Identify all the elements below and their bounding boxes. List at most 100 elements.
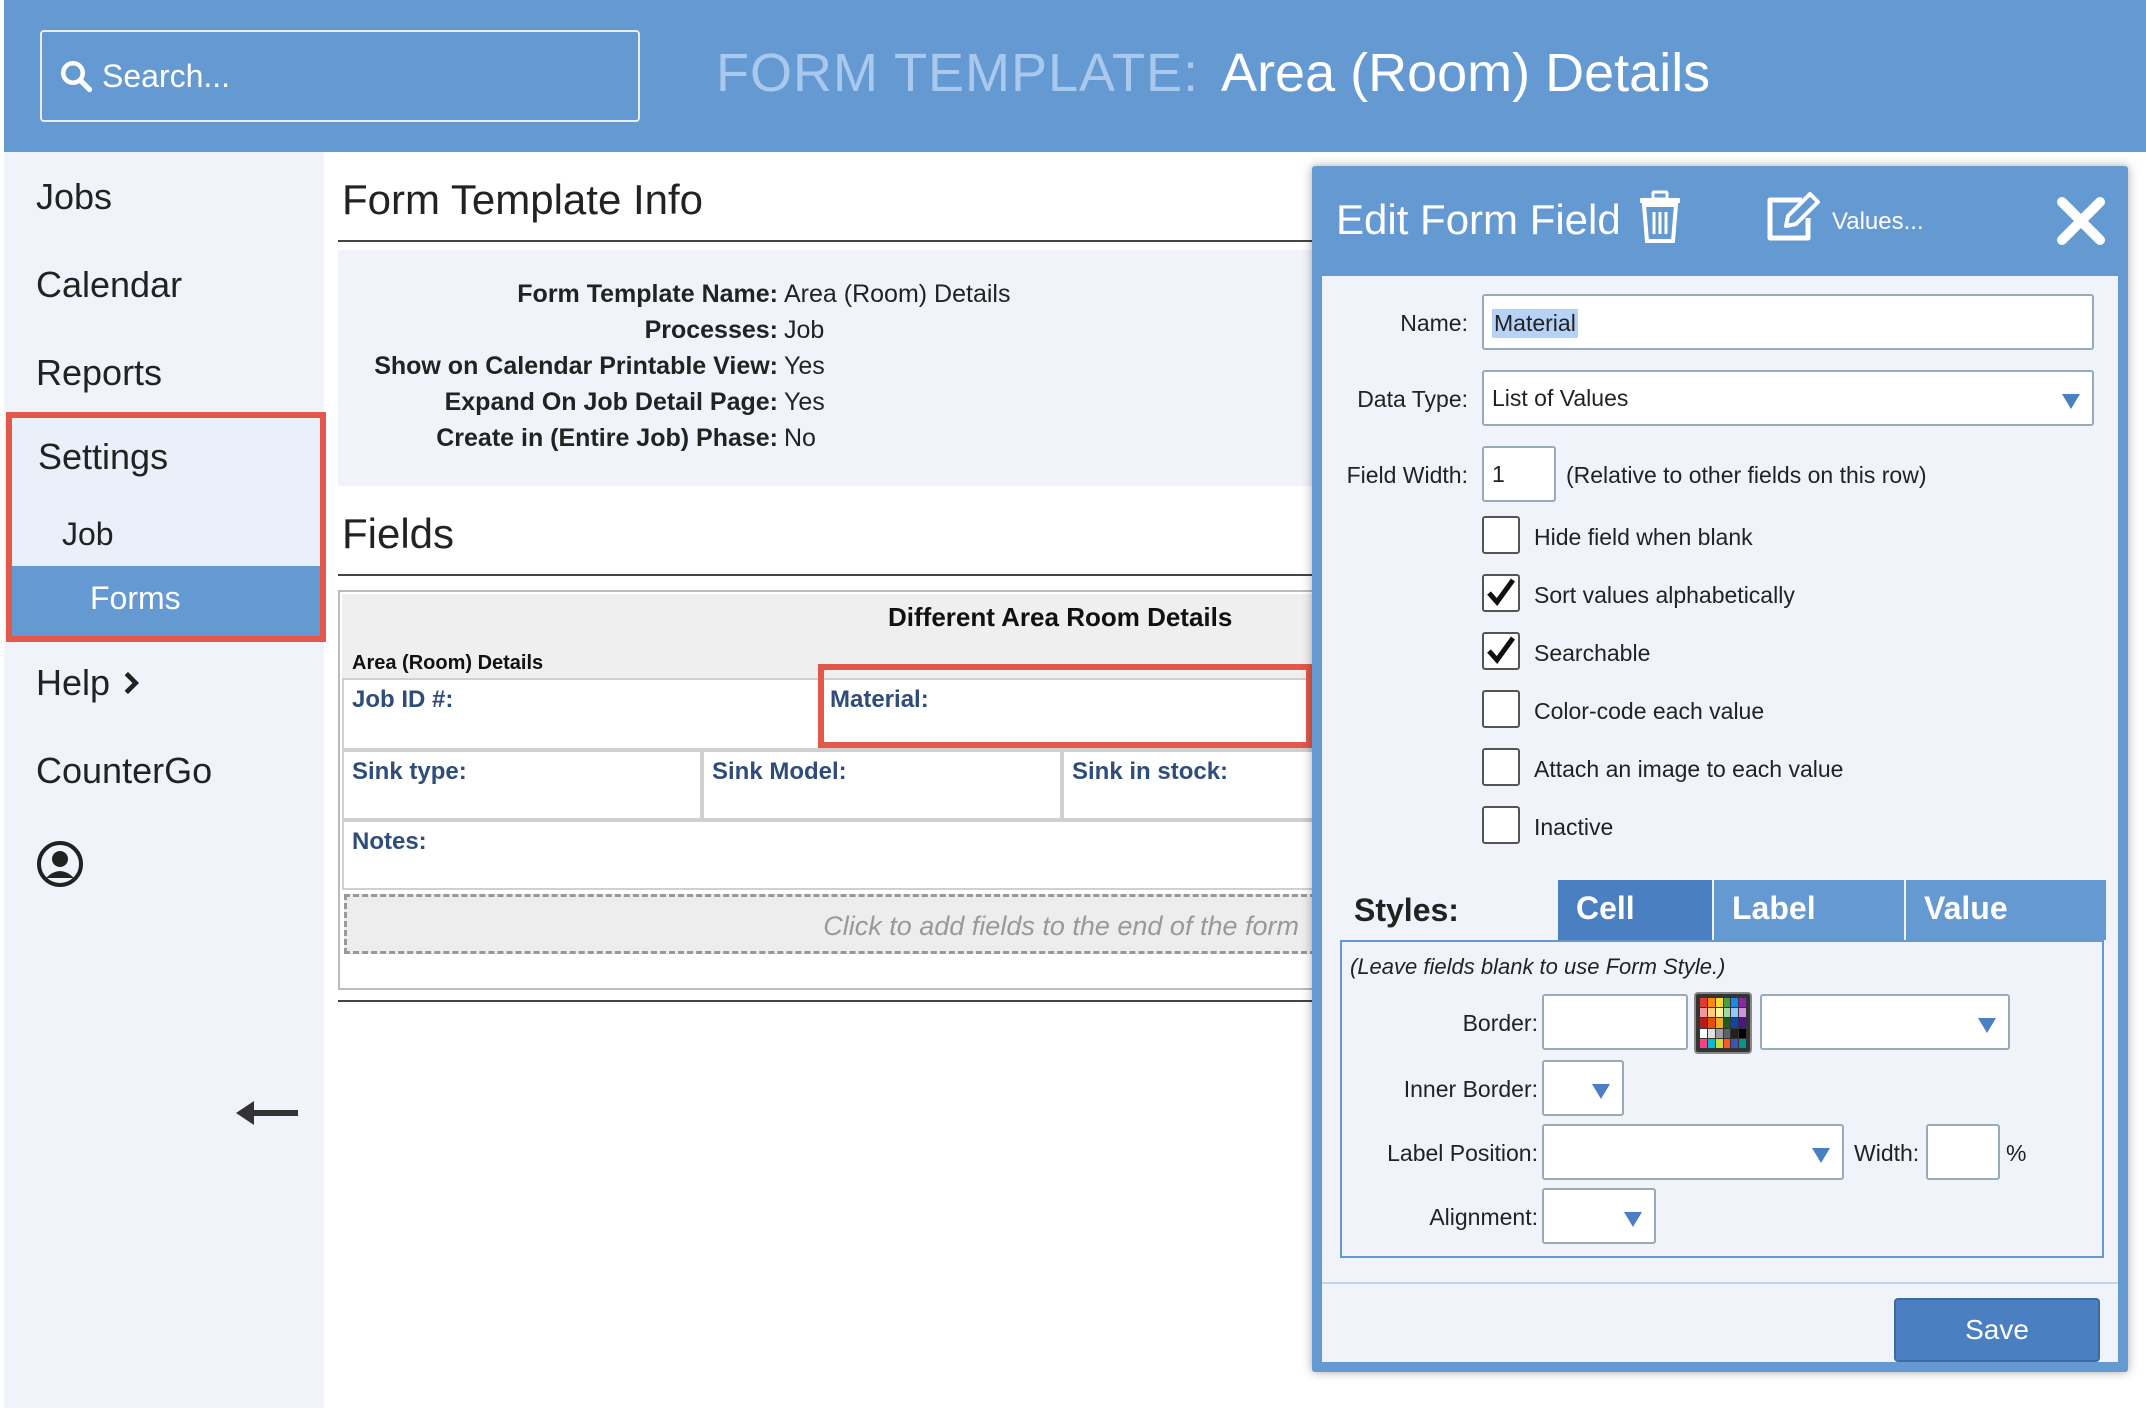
info-row: Processes: Job (338, 316, 1318, 352)
sidebar-item-calendar[interactable]: Calendar (36, 264, 182, 306)
width-input[interactable] (1926, 1124, 2000, 1180)
form-field-sink-type[interactable]: Sink type: (342, 750, 702, 820)
checkmark-icon (1487, 578, 1516, 606)
search-input[interactable] (102, 57, 622, 95)
info-key: Expand On Job Detail Page: (444, 388, 778, 416)
sidebar-item-forms[interactable]: Forms (12, 566, 320, 636)
sidebar: Jobs Calendar Reports Settings Job Forms… (4, 152, 326, 1408)
tab-cell[interactable]: Cell (1558, 880, 1712, 940)
searchable-checkbox[interactable] (1482, 632, 1520, 670)
tab-value[interactable]: Value (1906, 880, 2106, 940)
form-field-label: Sink type: (352, 758, 467, 785)
sidebar-item-jobs[interactable]: Jobs (36, 176, 112, 218)
sidebar-item-settings[interactable]: Settings (38, 436, 168, 478)
dialog-body: Name: Material Data Type: List of Values… (1322, 276, 2118, 1362)
percent-label: % (2006, 1140, 2027, 1166)
close-icon[interactable] (2056, 196, 2106, 246)
border-style-select[interactable] (1760, 994, 2010, 1050)
info-value: Area (Room) Details (784, 280, 1011, 308)
add-fields-dropzone[interactable]: Click to add fields to the end of the fo… (344, 894, 1316, 954)
info-divider (338, 240, 1318, 242)
user-avatar-icon[interactable] (36, 840, 84, 888)
color-picker-icon[interactable] (1694, 992, 1752, 1054)
sidebar-item-countergo[interactable]: CounterGo (36, 750, 212, 792)
checkmark-icon (1487, 636, 1516, 664)
color-code-checkbox[interactable] (1482, 690, 1520, 728)
border-input[interactable] (1542, 994, 1688, 1050)
dialog-footer-divider (1322, 1282, 2118, 1284)
material-highlight-box (818, 664, 1312, 748)
dropdown-arrow-icon (1978, 1018, 1996, 1033)
styles-panel: (Leave fields blank to use Form Style.) … (1340, 940, 2104, 1258)
data-type-value: List of Values (1492, 385, 1629, 411)
form-preview-title: Different Area Room Details (888, 602, 1233, 632)
sidebar-item-reports[interactable]: Reports (36, 352, 162, 394)
trash-icon[interactable] (1638, 190, 1682, 244)
dropdown-arrow-icon (1812, 1148, 1830, 1163)
sort-alphabetically-label: Sort values alphabetically (1534, 582, 1795, 608)
info-value: Job (784, 316, 825, 344)
alignment-select[interactable] (1542, 1188, 1656, 1244)
info-row: Show on Calendar Printable View: Yes (338, 352, 1318, 388)
info-value: Yes (784, 352, 825, 380)
info-row: Create in (Entire Job) Phase: No (338, 424, 1318, 460)
name-field[interactable]: Material (1482, 294, 2094, 350)
collapse-sidebar-arrow-icon[interactable] (236, 1098, 300, 1128)
search-box[interactable] (40, 30, 640, 122)
edit-form-field-dialog: Edit Form Field Values... Name: Material… (1312, 166, 2128, 1372)
field-width-input[interactable]: 1 (1482, 446, 1556, 502)
form-field-job-id[interactable]: Job ID #: (342, 678, 820, 750)
form-field-label: Sink Model: (712, 758, 847, 785)
info-row: Form Template Name: Area (Room) Details (338, 280, 1318, 316)
dropdown-arrow-icon (1592, 1084, 1610, 1099)
form-template-info-panel: Form Template Name: Area (Room) Details … (338, 250, 1318, 486)
sidebar-item-help-label: Help (36, 662, 111, 703)
form-field-label: Notes: (352, 828, 427, 855)
field-width-hint: (Relative to other fields on this row) (1566, 462, 1927, 488)
add-fields-hint: Click to add fields to the end of the fo… (823, 911, 1299, 941)
fields-divider (338, 574, 1318, 576)
form-field-label: Sink in stock: (1072, 758, 1229, 785)
save-button[interactable]: Save (1894, 1298, 2100, 1362)
edit-values-icon[interactable] (1764, 190, 1822, 242)
sidebar-item-job[interactable]: Job (62, 516, 114, 553)
form-preview-subtitle: Area (Room) Details (352, 652, 544, 674)
label-position-select[interactable] (1542, 1124, 1844, 1180)
form-field-sink-in-stock[interactable]: Sink in stock: (1062, 750, 1318, 820)
sidebar-item-forms-label: Forms (90, 580, 181, 616)
info-key: Create in (Entire Job) Phase: (436, 424, 778, 452)
label-position-label: Label Position: (1387, 1140, 1538, 1166)
hide-when-blank-checkbox[interactable] (1482, 516, 1520, 554)
sidebar-item-help[interactable]: Help (36, 662, 140, 704)
info-value: Yes (784, 388, 825, 416)
inactive-checkbox[interactable] (1482, 806, 1520, 844)
sort-alphabetically-checkbox[interactable] (1482, 574, 1520, 612)
inactive-label: Inactive (1534, 814, 1614, 840)
values-link[interactable]: Values... (1832, 208, 1924, 236)
dropdown-arrow-icon (2062, 394, 2080, 409)
info-key: Show on Calendar Printable View: (374, 352, 778, 380)
width-label: Width: (1854, 1140, 1920, 1166)
color-code-label: Color-code each value (1534, 698, 1765, 724)
form-template-info-title: Form Template Info (342, 176, 704, 223)
form-field-notes[interactable]: Notes: (342, 820, 1318, 890)
page-title-prefix: FORM TEMPLATE: (716, 43, 1200, 103)
name-label: Name: (1400, 310, 1468, 336)
inner-border-select[interactable] (1542, 1060, 1624, 1116)
inner-border-label: Inner Border: (1403, 1076, 1538, 1102)
name-field-value: Material (1492, 309, 1578, 338)
dropdown-arrow-icon (1624, 1212, 1642, 1227)
settings-highlight-box: Settings Job Forms (6, 412, 326, 642)
searchable-label: Searchable (1534, 640, 1651, 666)
info-row: Expand On Job Detail Page: Yes (338, 388, 1318, 424)
data-type-select[interactable]: List of Values (1482, 370, 2094, 426)
styles-note: (Leave fields blank to use Form Style.) (1350, 954, 1726, 979)
info-key: Form Template Name: (517, 280, 778, 308)
info-key: Processes: (644, 316, 778, 344)
search-icon (61, 61, 93, 93)
tab-label[interactable]: Label (1714, 880, 1904, 940)
form-preview: Different Area Room Details Area (Room) … (338, 590, 1318, 990)
fields-bottom-divider (338, 1000, 1318, 1002)
form-field-sink-model[interactable]: Sink Model: (702, 750, 1062, 820)
attach-image-checkbox[interactable] (1482, 748, 1520, 786)
